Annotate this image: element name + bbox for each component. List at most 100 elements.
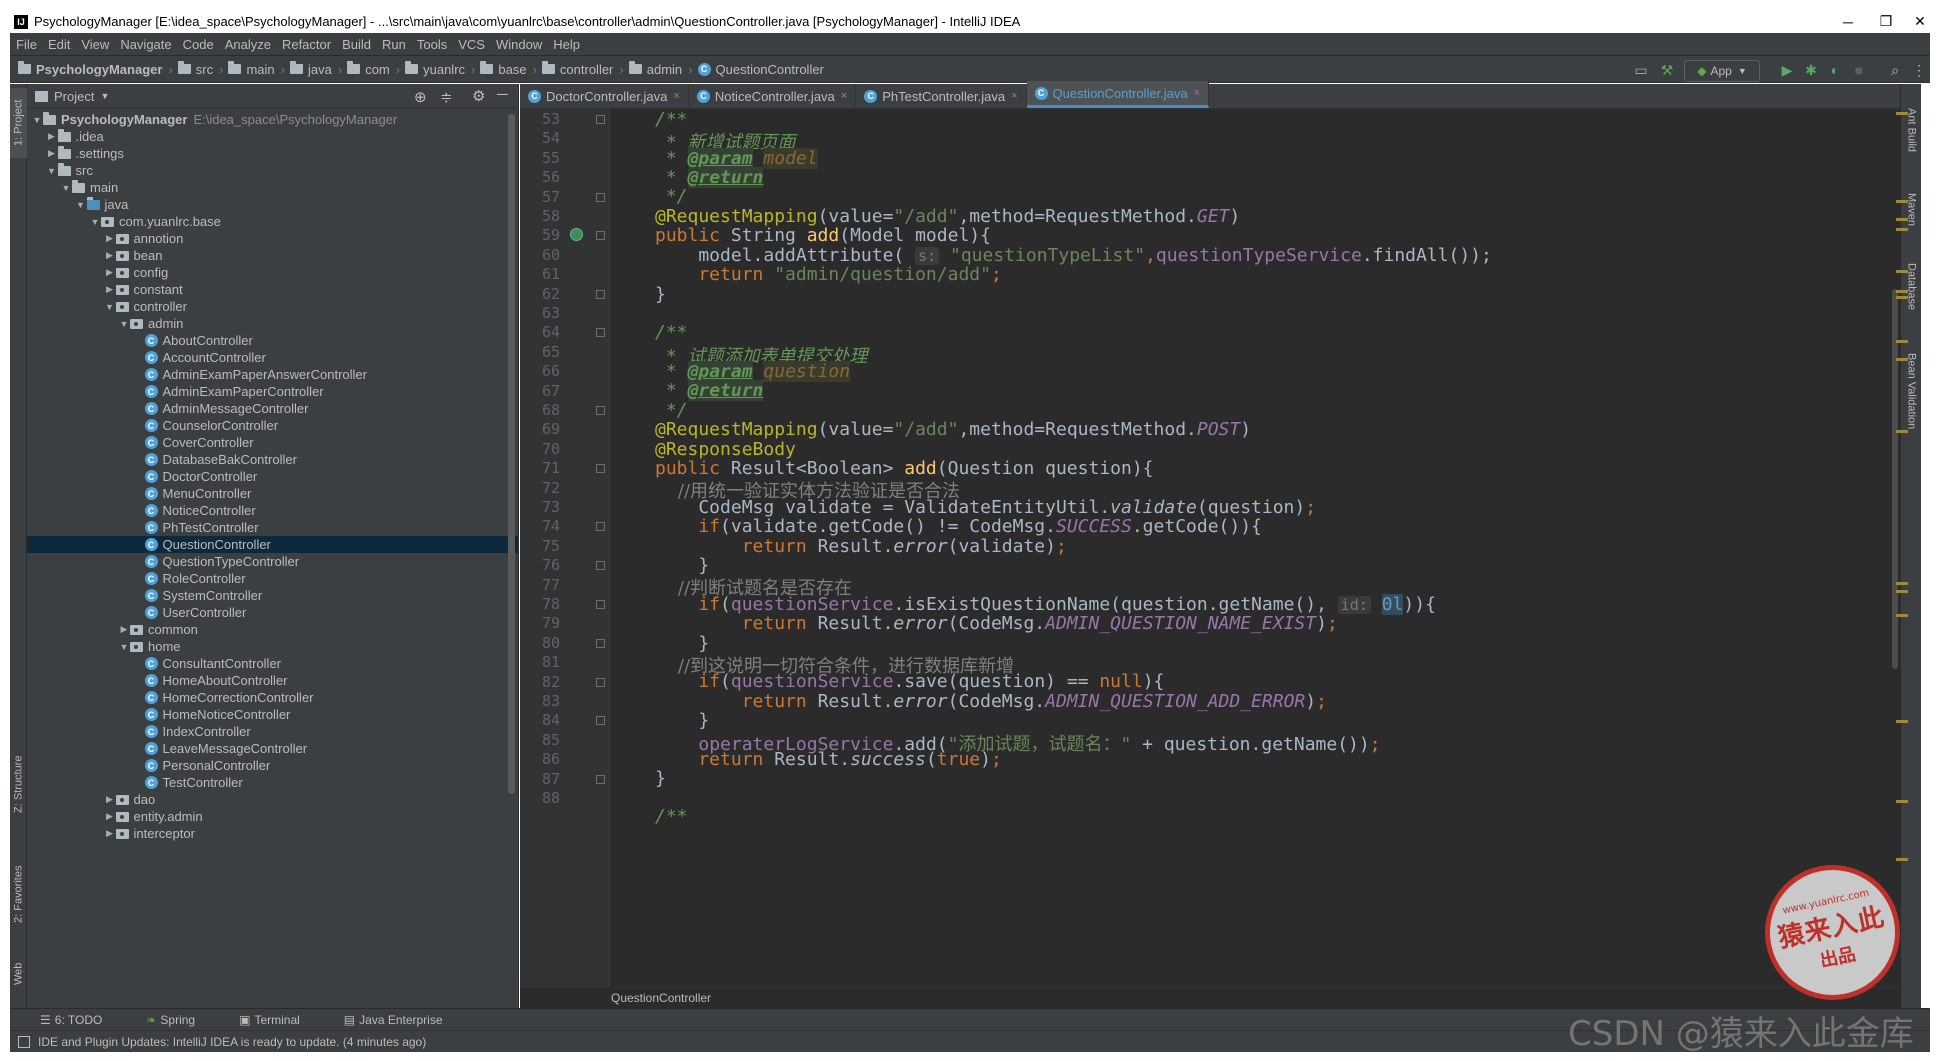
expand-arrow-icon[interactable]: ▼ xyxy=(75,200,87,210)
close-tab-icon[interactable]: × xyxy=(673,90,679,102)
tree-class-item[interactable]: C ConsultantController xyxy=(27,655,518,672)
build-hammer-icon[interactable]: ⚒ xyxy=(1658,60,1676,80)
breadcrumb-questioncontroller[interactable]: C QuestionController xyxy=(697,62,824,77)
chevron-down-icon[interactable]: ▼ xyxy=(100,91,109,101)
expand-arrow-icon[interactable]: ▼ xyxy=(118,319,130,329)
scrollbar-thumb[interactable] xyxy=(1892,289,1898,669)
tree-folder-item[interactable]: ▶ common xyxy=(27,621,518,638)
tree-folder-item[interactable]: ▶ dao xyxy=(27,791,518,808)
tree-folder-item[interactable]: ▼ src xyxy=(27,162,518,179)
tree-class-item[interactable]: C AdminExamPaperAnswerController xyxy=(27,366,518,383)
expand-arrow-icon[interactable]: ▼ xyxy=(118,642,130,652)
spring-mapping-icon[interactable] xyxy=(570,228,583,241)
menu-view[interactable]: View xyxy=(81,37,109,52)
tree-folder-item[interactable]: ▶ .settings xyxy=(27,145,518,162)
error-stripe-mark[interactable] xyxy=(1896,858,1908,861)
expand-arrow-icon[interactable]: ▼ xyxy=(104,302,116,312)
menu-run[interactable]: Run xyxy=(382,37,406,52)
menu-tools[interactable]: Tools xyxy=(417,37,447,52)
menu-window[interactable]: Window xyxy=(496,37,542,52)
fold-marker-icon[interactable] xyxy=(596,290,605,299)
tree-folder-item[interactable]: ▶ bean xyxy=(27,247,518,264)
tree-class-item[interactable]: C CounselorController xyxy=(27,417,518,434)
tree-folder-item[interactable]: ▶ .idea xyxy=(27,128,518,145)
project-scrollbar[interactable] xyxy=(508,114,515,794)
tree-class-item[interactable]: C HomeAboutController xyxy=(27,672,518,689)
breadcrumb-yuanlrc[interactable]: yuanlrc xyxy=(405,61,465,77)
tree-class-item[interactable]: C TestController xyxy=(27,774,518,791)
breadcrumb-controller[interactable]: controller xyxy=(541,61,613,77)
run-configuration-select[interactable]: ◆ App ▼ xyxy=(1684,60,1760,82)
tree-class-item[interactable]: C DoctorController xyxy=(27,468,518,485)
collapse-arrow-icon[interactable]: ▶ xyxy=(104,284,116,295)
search-icon[interactable]: ⌕ xyxy=(1886,60,1904,80)
collapse-arrow-icon[interactable]: ▶ xyxy=(118,624,130,635)
coverage-icon[interactable]: ◐ xyxy=(1826,60,1844,80)
error-stripe-mark[interactable] xyxy=(1896,340,1908,343)
project-view-selector[interactable]: Project xyxy=(54,89,94,104)
tree-class-item[interactable]: C QuestionController xyxy=(27,536,518,553)
menu-build[interactable]: Build xyxy=(342,37,371,52)
fold-marker-icon[interactable] xyxy=(596,639,605,648)
tree-class-item[interactable]: C AdminExamPaperController xyxy=(27,383,518,400)
menu-analyze[interactable]: Analyze xyxy=(225,37,271,52)
fold-marker-icon[interactable] xyxy=(596,600,605,609)
tree-class-item[interactable]: C AboutController xyxy=(27,332,518,349)
terminal-tool-button[interactable]: ▣ Terminal xyxy=(239,1013,322,1027)
tree-class-item[interactable]: C PhTestController xyxy=(27,519,518,536)
collapse-arrow-icon[interactable]: ▶ xyxy=(104,811,116,822)
editor-breadcrumb[interactable]: QuestionController xyxy=(611,991,711,1005)
breadcrumb-com[interactable]: com xyxy=(347,61,390,77)
error-stripe-mark[interactable] xyxy=(1896,228,1908,231)
error-stripe-mark[interactable] xyxy=(1896,296,1908,299)
breadcrumb-java[interactable]: java xyxy=(290,61,332,77)
error-stripe-mark[interactable] xyxy=(1896,270,1908,273)
tree-class-item[interactable]: C HomeCorrectionController xyxy=(27,689,518,706)
collapse-all-icon[interactable]: ≑ xyxy=(440,88,453,106)
fold-marker-icon[interactable] xyxy=(596,406,605,415)
error-stripe-mark[interactable] xyxy=(1896,358,1908,361)
locate-target-icon[interactable]: ⊕ xyxy=(414,88,427,106)
error-stripe-mark[interactable] xyxy=(1896,430,1908,433)
menu-vcs[interactable]: VCS xyxy=(458,37,485,52)
menu-code[interactable]: Code xyxy=(183,37,214,52)
maven-tool-tab[interactable]: Maven xyxy=(1903,180,1920,240)
tree-folder-item[interactable]: ▼ com.yuanlrc.base xyxy=(27,213,518,230)
tree-folder-item[interactable]: ▼ PsychologyManager E:\idea_space\Psycholo… xyxy=(27,111,518,128)
close-tab-icon[interactable]: × xyxy=(1194,87,1200,99)
tree-folder-item[interactable]: ▼ admin xyxy=(27,315,518,332)
close-tab-icon[interactable]: × xyxy=(1011,90,1017,102)
tree-class-item[interactable]: C PersonalController xyxy=(27,757,518,774)
tree-folder-item[interactable]: ▼ home xyxy=(27,638,518,655)
menu-refactor[interactable]: Refactor xyxy=(282,37,331,52)
tree-class-item[interactable]: C AdminMessageController xyxy=(27,400,518,417)
run-icon[interactable]: ▶ xyxy=(1778,60,1796,80)
todo-tool-button[interactable]: ☰ 6: TODO xyxy=(40,1013,124,1027)
collapse-arrow-icon[interactable]: ▶ xyxy=(46,131,58,142)
tree-class-item[interactable]: C DatabaseBakController xyxy=(27,451,518,468)
breadcrumb-main[interactable]: main xyxy=(228,61,275,77)
expand-arrow-icon[interactable]: ▼ xyxy=(46,166,58,176)
editor-vertical-scrollbar[interactable] xyxy=(1890,109,1900,987)
tree-folder-item[interactable]: ▶ annotion xyxy=(27,230,518,247)
close-tab-icon[interactable]: × xyxy=(841,90,847,102)
tree-folder-item[interactable]: ▶ constant xyxy=(27,281,518,298)
favorites-tool-tab[interactable]: 2: Favorites xyxy=(10,854,27,934)
tree-folder-item[interactable]: ▶ entity.admin xyxy=(27,808,518,825)
expand-arrow-icon[interactable]: ▼ xyxy=(31,115,43,125)
minimize-button[interactable]: ─ xyxy=(1828,10,1868,33)
database-tool-tab[interactable]: Database xyxy=(1903,252,1920,322)
error-stripe-mark[interactable] xyxy=(1896,582,1908,585)
java-enterprise-tool-button[interactable]: ▤ Java Enterprise xyxy=(344,1013,465,1027)
fold-marker-icon[interactable] xyxy=(596,193,605,202)
menu-help[interactable]: Help xyxy=(553,37,580,52)
tree-class-item[interactable]: C AccountController xyxy=(27,349,518,366)
tree-folder-item[interactable]: ▼ main xyxy=(27,179,518,196)
tab-noticecontroller[interactable]: C NoticeController.java × xyxy=(689,84,857,108)
code-editor[interactable]: 53 54 55 56 57 58 59 60 61 62 63 64 65 66 67 68 69 70 71 72… xyxy=(520,109,1900,987)
expand-arrow-icon[interactable]: ▼ xyxy=(60,183,72,193)
status-message[interactable]: IDE and Plugin Updates: IntelliJ IDEA is… xyxy=(38,1035,426,1049)
tree-class-item[interactable]: C HomeNoticeController xyxy=(27,706,518,723)
debug-icon[interactable]: ✱ xyxy=(1802,60,1820,80)
tree-folder-item[interactable]: ▶ config xyxy=(27,264,518,281)
